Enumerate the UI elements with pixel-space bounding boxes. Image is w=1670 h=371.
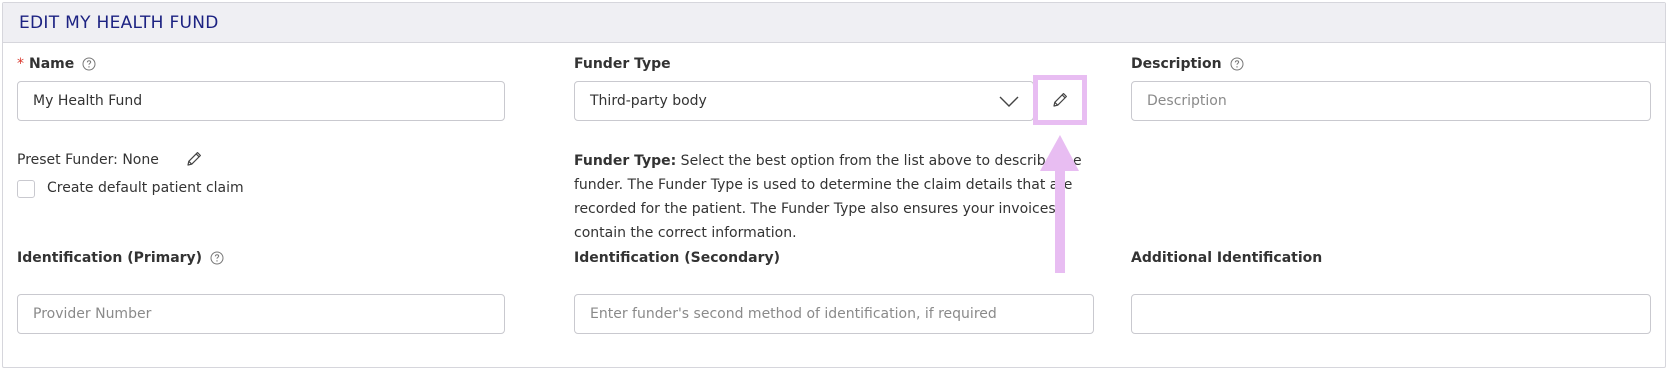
funder-type-selected: Third-party body: [590, 93, 707, 109]
name-label: Name: [29, 56, 75, 72]
additional-identification-label: Additional Identification: [1131, 250, 1322, 266]
edit-funder-type-button[interactable]: [1033, 75, 1087, 125]
funder-type-label-text: Funder Type: [574, 56, 671, 72]
identification-primary-label: Identification (Primary): [17, 250, 203, 266]
identification-secondary-label-text: Identification (Secondary): [574, 250, 781, 266]
preset-funder-text: Preset Funder: None: [17, 152, 159, 168]
create-default-claim-label[interactable]: Create default patient claim: [47, 180, 244, 196]
pencil-icon: [187, 152, 201, 166]
pencil-icon: [1053, 93, 1067, 107]
name-input[interactable]: [17, 81, 505, 121]
description-input[interactable]: [1131, 81, 1651, 121]
arrow-up-icon: [1040, 135, 1079, 273]
funder-type-help-text: Funder Type: Select the best option from…: [574, 149, 1094, 245]
help-circle-icon[interactable]: [210, 251, 224, 265]
required-mark: *: [17, 56, 24, 72]
funder-type-select[interactable]: Third-party body: [574, 81, 1034, 121]
additional-identification-input[interactable]: [1131, 294, 1651, 334]
create-default-claim-checkbox[interactable]: [17, 180, 35, 198]
identification-primary-input[interactable]: [17, 294, 505, 334]
help-circle-icon[interactable]: [1230, 57, 1244, 71]
chevron-down-icon: [999, 96, 1019, 107]
description-label-row: Description: [1131, 56, 1244, 72]
name-label-row: * Name: [17, 56, 96, 72]
edit-preset-funder-button[interactable]: [185, 150, 203, 168]
additional-identification-label-text: Additional Identification: [1131, 250, 1323, 266]
description-label: Description: [1131, 56, 1222, 72]
panel-header: EDIT MY HEALTH FUND: [3, 3, 1665, 43]
help-circle-icon[interactable]: [82, 57, 96, 71]
page-title: EDIT MY HEALTH FUND: [19, 13, 219, 33]
identification-primary-label-row: Identification (Primary): [17, 250, 224, 266]
funder-type-label: Funder Type: [574, 56, 671, 72]
identification-secondary-input[interactable]: [574, 294, 1094, 334]
funder-type-help-title: Funder Type:: [574, 153, 677, 169]
identification-secondary-label: Identification (Secondary): [574, 250, 780, 266]
